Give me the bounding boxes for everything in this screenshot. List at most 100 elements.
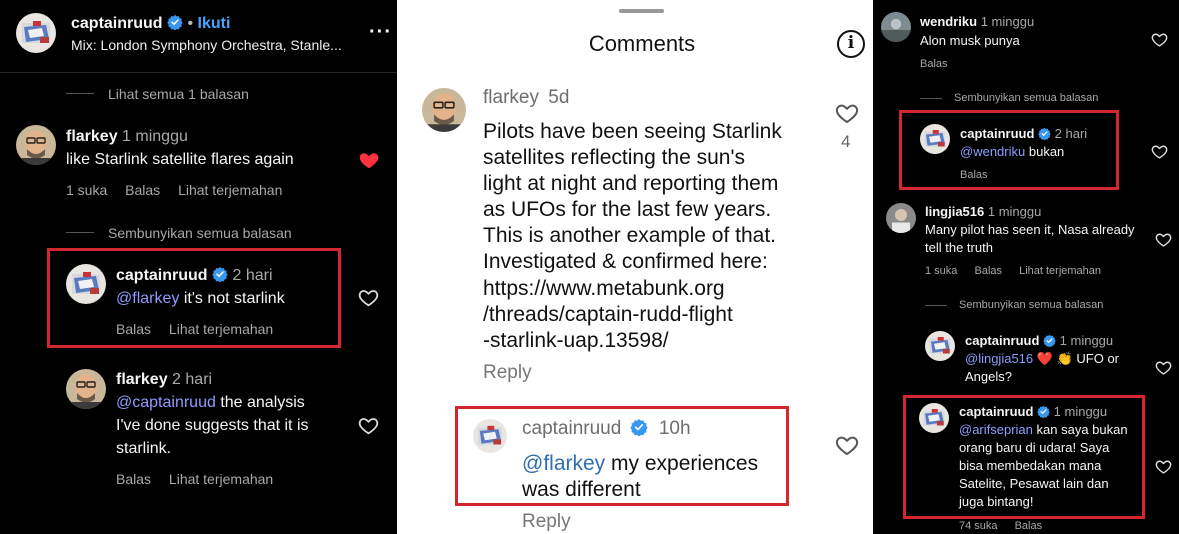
c2-reply-button[interactable]: Balas xyxy=(974,265,1002,277)
c2-line1: Many pilot has seen it, Nasa already xyxy=(925,222,1135,237)
header-username[interactable]: captainruud xyxy=(71,15,163,32)
reply-mention[interactable]: @flarkey xyxy=(522,452,605,475)
avatar-captainruud[interactable] xyxy=(473,419,507,453)
avatar-flarkey[interactable] xyxy=(66,369,106,409)
r3-line4: Satelite, Pesawat lain dan xyxy=(959,476,1109,491)
reply-text1: my experiences xyxy=(611,452,759,475)
hide-replies-link[interactable]: Sembunyikan semua balasan xyxy=(954,92,1098,104)
comment1-meta: 1 suka Balas Lihat terjemahan xyxy=(66,182,296,198)
r1-text: bukan xyxy=(1028,144,1065,159)
comment1-translate-link[interactable]: Lihat terjemahan xyxy=(178,182,282,198)
reply2-reply-button[interactable]: Balas xyxy=(116,471,151,487)
reply2-text1: the analysis xyxy=(220,394,305,411)
c2-meta: 1 suka Balas Lihat terjemahan xyxy=(925,265,1115,277)
c1-header: wendriku 1 minggu xyxy=(920,14,1034,29)
r3-meta: 74 suka Balas xyxy=(959,520,1056,532)
comment-link[interactable]: -starlink-uap.13598/ xyxy=(483,328,782,354)
drag-handle[interactable] xyxy=(619,9,664,13)
c1-reply-button[interactable]: Balas xyxy=(920,58,948,70)
r1-user[interactable]: captainruud xyxy=(960,126,1034,141)
c2-likes[interactable]: 1 suka xyxy=(925,265,957,277)
heart-icon[interactable] xyxy=(1155,231,1172,248)
comments-title: Comments xyxy=(588,31,696,56)
verified-icon xyxy=(630,418,648,436)
r3-time: 1 minggu xyxy=(1053,404,1108,419)
r1-mention[interactable]: @wendriku xyxy=(960,144,1025,159)
comment1-reply-button[interactable]: Balas xyxy=(125,182,160,198)
avatar-wendriku[interactable] xyxy=(881,12,911,42)
hide-replies-line xyxy=(925,305,947,306)
c2-time: 1 minggu xyxy=(987,204,1042,219)
r2-mention[interactable]: @lingjia516 xyxy=(965,351,1033,366)
view-replies-link[interactable]: Lihat semua 1 balasan xyxy=(108,86,249,102)
reply1-user[interactable]: captainruud xyxy=(116,267,208,284)
replies-line xyxy=(66,93,94,94)
c1-user[interactable]: wendriku xyxy=(920,14,977,29)
reply2-header: flarkey 2 hari xyxy=(116,371,212,389)
comment-user[interactable]: flarkey xyxy=(483,87,539,108)
reply-user[interactable]: captainruud xyxy=(522,418,621,439)
follow-button[interactable]: Ikuti xyxy=(198,15,231,32)
header-subtitle[interactable]: Mix: London Symphony Orchestra, Stanle..… xyxy=(71,37,342,53)
comment1-likes[interactable]: 1 suka xyxy=(66,182,107,198)
r2-user[interactable]: captainruud xyxy=(965,333,1039,348)
r3-mention[interactable]: @arifseprian xyxy=(959,422,1033,437)
r3-likes[interactable]: 74 suka xyxy=(959,520,998,532)
reply2-line1: @captainruud the analysis xyxy=(116,394,305,412)
comment1-user[interactable]: flarkey xyxy=(66,128,118,145)
avatar-captainruud[interactable] xyxy=(925,331,955,361)
reply-reply-button[interactable]: Reply xyxy=(522,511,571,533)
reply1-mention[interactable]: @flarkey xyxy=(116,290,179,307)
hide-replies-link[interactable]: Sembunyikan semua balasan xyxy=(108,225,292,241)
avatar-flarkey[interactable] xyxy=(16,125,56,165)
r3-header: captainruud 1 minggu xyxy=(959,404,1107,419)
c1-text: Alon musk punya xyxy=(920,33,1020,48)
heart-icon[interactable] xyxy=(835,433,859,457)
heart-icon[interactable] xyxy=(358,287,379,308)
comment-line: light at night and reporting them xyxy=(483,172,779,196)
avatar-flarkey[interactable] xyxy=(422,88,466,132)
middle-comments-panel: Comments i flarkey 5d Pilots have been s… xyxy=(397,0,873,534)
header-divider xyxy=(0,72,397,73)
c2-translate-link[interactable]: Lihat terjemahan xyxy=(1019,265,1101,277)
avatar-captainruud[interactable] xyxy=(919,403,949,433)
r3-reply-button[interactable]: Balas xyxy=(1015,520,1043,532)
reply1-reply-button[interactable]: Balas xyxy=(116,321,151,337)
comment-link[interactable]: /threads/captain-rudd-flight xyxy=(483,302,782,328)
reply-header: captainruud 10h xyxy=(522,418,691,440)
heart-icon[interactable] xyxy=(358,415,379,436)
r3-user[interactable]: captainruud xyxy=(959,404,1033,419)
hide-replies-link[interactable]: Sembunyikan semua balasan xyxy=(959,299,1103,311)
left-comments-panel: captainruud • Ikuti Mix: London Symphony… xyxy=(0,0,397,534)
reply2-time: 2 hari xyxy=(172,371,213,388)
hide-replies-line xyxy=(920,98,942,99)
heart-icon[interactable] xyxy=(1155,359,1172,376)
avatar-captainruud[interactable] xyxy=(920,124,950,154)
comment-link[interactable]: https://www.metabunk.org xyxy=(483,276,782,302)
reply2-translate-link[interactable]: Lihat terjemahan xyxy=(169,471,273,487)
heart-icon[interactable] xyxy=(1151,143,1168,160)
heart-filled-icon[interactable] xyxy=(358,149,380,171)
c2-header: lingjia516 1 minggu xyxy=(925,204,1041,219)
r1-time: 2 hari xyxy=(1054,126,1088,141)
c2-user[interactable]: lingjia516 xyxy=(925,204,984,219)
avatar-lingjia516[interactable] xyxy=(886,203,916,233)
avatar-captainruud[interactable] xyxy=(16,13,56,53)
heart-icon[interactable] xyxy=(835,101,859,125)
comment-reply-button[interactable]: Reply xyxy=(483,362,532,384)
reply1-header: captainruud 2 hari xyxy=(116,266,273,285)
comment-header: flarkey 5d xyxy=(483,87,569,109)
reply2-mention[interactable]: @captainruud xyxy=(116,394,216,411)
header-dot: • xyxy=(187,15,194,32)
avatar-captainruud[interactable] xyxy=(66,264,106,304)
r3-line2: orang baru di udara! Saya xyxy=(959,440,1110,455)
header-user-line: captainruud • Ikuti xyxy=(71,14,230,33)
more-options-icon[interactable]: ··· xyxy=(369,21,392,44)
reply1-translate-link[interactable]: Lihat terjemahan xyxy=(169,321,273,337)
info-icon[interactable]: i xyxy=(837,30,865,58)
heart-icon[interactable] xyxy=(1155,458,1172,475)
reply2-user[interactable]: flarkey xyxy=(116,371,168,388)
heart-icon[interactable] xyxy=(1151,31,1168,48)
hide-replies-line xyxy=(66,232,94,233)
r1-reply-button[interactable]: Balas xyxy=(960,169,988,181)
